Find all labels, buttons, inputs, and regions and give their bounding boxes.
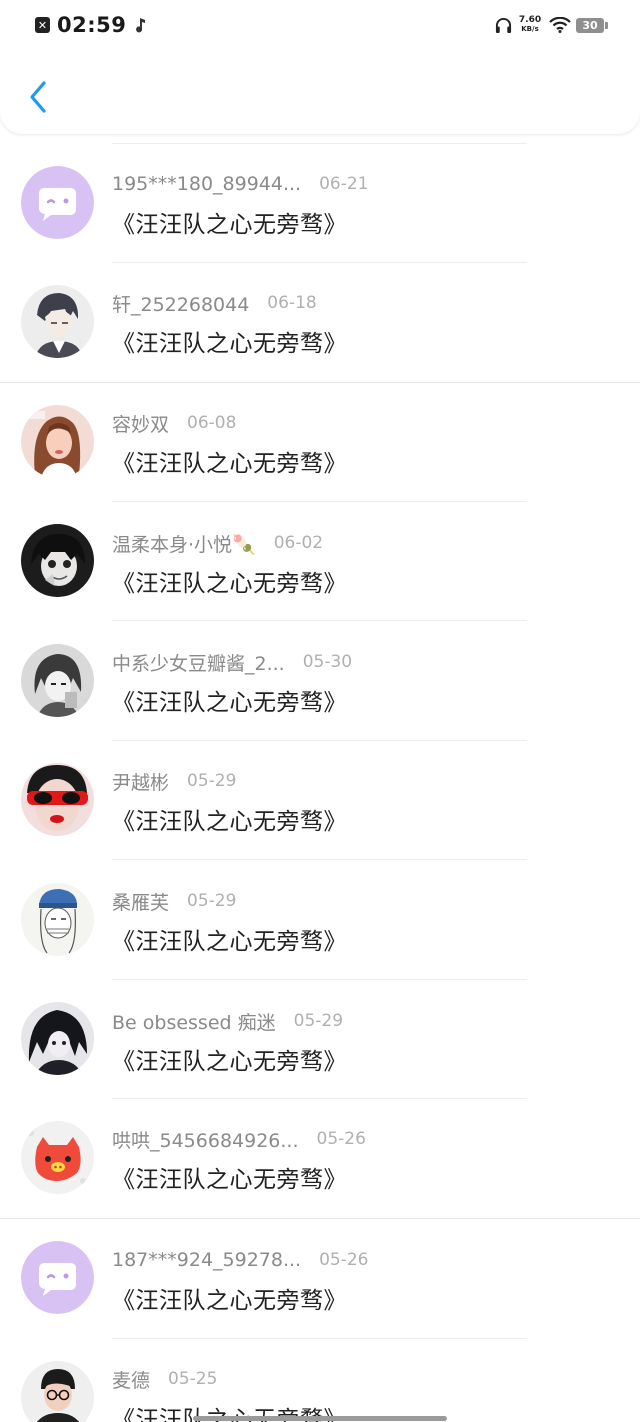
item-meta: Be obsessed 痴迷 05-29	[112, 1008, 343, 1034]
message-text: 《汪汪队之心无旁骛》	[112, 212, 347, 238]
list-item[interactable]: 中系少女豆瓣酱_2... 05-30 《汪汪队之心无旁骛》	[0, 621, 640, 740]
item-meta: 温柔本身·小悦🍡 06-02	[112, 530, 323, 556]
username[interactable]: 尹越彬	[112, 768, 169, 795]
status-left: ✕ 02:59	[35, 12, 147, 38]
username[interactable]: 轩_252268044	[112, 290, 249, 317]
chevron-left-icon	[30, 81, 46, 113]
date: 05-26	[316, 1129, 366, 1149]
item-meta: 哄哄_5456684926... 05-26	[112, 1126, 366, 1152]
date: 05-29	[187, 891, 237, 911]
avatar[interactable]	[21, 166, 94, 239]
date: 05-26	[319, 1250, 369, 1270]
avatar[interactable]	[21, 1121, 94, 1194]
message-text: 《汪汪队之心无旁骛》	[112, 809, 347, 835]
list-item[interactable]: 温柔本身·小悦🍡 06-02 《汪汪队之心无旁骛》	[0, 502, 640, 621]
message-text: 《汪汪队之心无旁骛》	[112, 690, 347, 716]
battery-level: 30	[582, 18, 598, 32]
avatar[interactable]	[21, 763, 94, 836]
photo-girl-avatar-icon	[21, 405, 94, 478]
username[interactable]: 中系少女豆瓣酱_2...	[112, 649, 285, 676]
music-note-icon	[136, 18, 146, 33]
date: 06-21	[319, 174, 369, 194]
username[interactable]: Be obsessed 痴迷	[112, 1008, 276, 1035]
username[interactable]: 195***180_89944...	[112, 173, 301, 195]
date: 05-25	[168, 1369, 218, 1389]
item-meta: 容妙双 06-08	[112, 410, 236, 436]
item-meta: 桑雁芙 05-29	[112, 888, 236, 914]
date: 06-18	[267, 293, 317, 313]
list-item[interactable]: 轩_252268044 06-18 《汪汪队之心无旁骛》	[0, 263, 640, 382]
network-speed-unit: KB/s	[521, 25, 539, 33]
red-glasses-avatar-icon	[21, 763, 94, 836]
red-pig-avatar-icon	[21, 1121, 94, 1194]
list-item[interactable]: 容妙双 06-08 《汪汪队之心无旁骛》	[0, 383, 640, 502]
home-indicator[interactable]	[193, 1416, 447, 1421]
back-button[interactable]	[18, 74, 58, 120]
username[interactable]: 桑雁芙	[112, 888, 169, 915]
boy-glasses-avatar-icon	[21, 1361, 94, 1422]
avatar[interactable]	[21, 405, 94, 478]
message-text: 《汪汪队之心无旁骛》	[112, 1049, 347, 1075]
item-meta: 中系少女豆瓣酱_2... 05-30	[112, 649, 352, 675]
username[interactable]: 容妙双	[112, 410, 169, 437]
headphone-icon	[495, 17, 512, 33]
top-bar: ✕ 02:59 7.60 KB/s 30	[0, 0, 640, 134]
anime-sketch-avatar-icon	[21, 644, 94, 717]
anime-girl-dark-avatar-icon	[21, 524, 94, 597]
username[interactable]: 187***924_59278...	[112, 1249, 301, 1271]
message-text: 《汪汪队之心无旁骛》	[112, 1288, 347, 1314]
default-chat-avatar-icon	[21, 166, 94, 239]
avatar[interactable]	[21, 1361, 94, 1422]
username[interactable]: 哄哄_5456684926...	[112, 1126, 299, 1153]
avatar[interactable]	[21, 1241, 94, 1314]
item-meta: 麦德 05-25	[112, 1366, 217, 1392]
list-item[interactable]: 桑雁芙 05-29 《汪汪队之心无旁骛》	[0, 860, 640, 979]
date: 06-02	[273, 533, 324, 553]
date: 06-08	[187, 413, 237, 433]
list-item[interactable]: 尹越彬 05-29 《汪汪队之心无旁骛》	[0, 741, 640, 860]
dark-anime-avatar-icon	[21, 1002, 94, 1075]
list-item[interactable]: Be obsessed 痴迷 05-29 《汪汪队之心无旁骛》	[0, 980, 640, 1099]
network-speed: 7.60 KB/s	[518, 16, 542, 34]
status-time: 02:59	[57, 13, 127, 37]
close-square-icon: ✕	[35, 17, 50, 33]
date: 05-29	[187, 771, 237, 791]
message-text: 《汪汪队之心无旁骛》	[112, 451, 347, 477]
date: 05-29	[293, 1011, 344, 1031]
message-text: 《汪汪队之心无旁骛》	[112, 1167, 347, 1193]
message-text: 《汪汪队之心无旁骛》	[112, 331, 347, 357]
anime-boy-avatar-icon	[21, 285, 94, 358]
username[interactable]: 麦德	[112, 1366, 150, 1393]
status-bar: ✕ 02:59 7.60 KB/s 30	[0, 0, 640, 50]
status-right: 7.60 KB/s 30	[495, 12, 608, 38]
list-item[interactable]: 哄哄_5456684926... 05-26 《汪汪队之心无旁骛》	[0, 1099, 640, 1218]
blue-hat-sketch-avatar-icon	[21, 883, 94, 956]
list-item[interactable]: 麦德 05-25 《汪汪队之心无旁骛》	[0, 1339, 640, 1422]
battery-indicator: 30	[576, 17, 608, 33]
message-text: 《汪汪队之心无旁骛》	[112, 929, 347, 955]
username[interactable]: 温柔本身·小悦🍡	[112, 530, 256, 557]
item-meta: 195***180_89944... 06-21	[112, 171, 369, 197]
item-meta: 187***924_59278... 05-26	[112, 1247, 369, 1273]
avatar[interactable]	[21, 883, 94, 956]
avatar[interactable]	[21, 644, 94, 717]
message-text: 《汪汪队之心无旁骛》	[112, 571, 347, 597]
avatar[interactable]	[21, 1002, 94, 1075]
date: 05-30	[302, 652, 353, 672]
avatar[interactable]	[21, 524, 94, 597]
avatar[interactable]	[21, 285, 94, 358]
default-chat-avatar-icon	[21, 1241, 94, 1314]
item-meta: 尹越彬 05-29	[112, 768, 236, 794]
comment-list-screen: ✕ 02:59 7.60 KB/s 30 195***180_89944... …	[0, 0, 640, 1422]
wifi-icon	[549, 17, 571, 33]
item-meta: 轩_252268044 06-18	[112, 290, 317, 316]
list-item[interactable]: 195***180_89944... 06-21 《汪汪队之心无旁骛》	[0, 143, 640, 262]
network-speed-value: 7.60	[518, 15, 542, 25]
list-item[interactable]: 187***924_59278... 05-26 《汪汪队之心无旁骛》	[0, 1219, 640, 1338]
